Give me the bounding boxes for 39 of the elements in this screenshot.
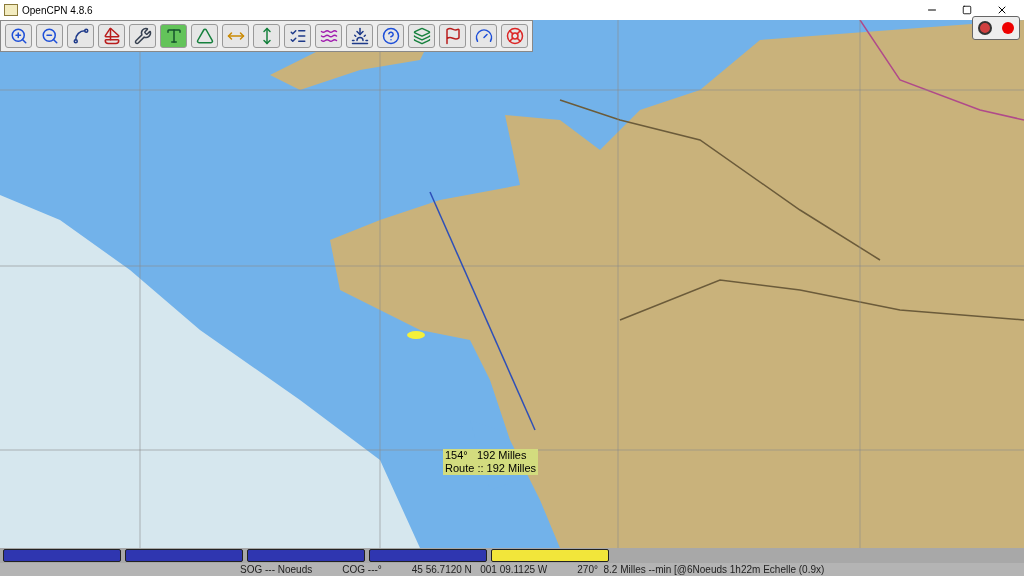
toolbar-button[interactable] xyxy=(315,24,342,48)
boat-icon xyxy=(102,27,121,45)
close-icon[interactable] xyxy=(996,4,1008,16)
toolbar-button[interactable] xyxy=(36,24,63,48)
app-icon xyxy=(4,4,18,16)
tooltip-line: Route :: 192 Milles xyxy=(445,462,537,475)
list-icon xyxy=(288,27,307,45)
status-text: 270° 8.2 Milles --min [@6Noeuds 1h22m Echelle (0.9x) xyxy=(577,563,825,576)
zoom-out-icon xyxy=(40,27,59,45)
toolbar-button[interactable] xyxy=(5,24,32,48)
toolbar-button[interactable] xyxy=(191,24,218,48)
flag-icon xyxy=(443,27,462,45)
route-icon xyxy=(71,27,90,45)
squiggle-icon xyxy=(319,27,338,45)
toolbar-button[interactable] xyxy=(284,24,311,48)
status-text: COG ---° xyxy=(342,563,382,576)
help-icon xyxy=(381,27,400,45)
toolbar-button[interactable] xyxy=(346,24,373,48)
toolbar-button[interactable] xyxy=(98,24,125,48)
window-title: OpenCPN 4.8.6 xyxy=(22,3,93,18)
toolbar-button[interactable] xyxy=(439,24,466,48)
status-text: SOG --- Noeuds xyxy=(240,563,313,576)
zoom-in-icon xyxy=(9,27,28,45)
toolbar-button[interactable] xyxy=(377,24,404,48)
triangle-icon xyxy=(195,27,214,45)
tooltip-line: 154° 192 Milles xyxy=(445,449,528,462)
toolbar-button[interactable] xyxy=(470,24,497,48)
text-icon xyxy=(164,27,183,45)
status-text: 45 56.7120 N 001 09.1125 W xyxy=(411,563,548,576)
toolbar-button[interactable] xyxy=(501,24,528,48)
toolbar-button[interactable] xyxy=(129,24,156,48)
layers-icon xyxy=(412,27,431,45)
toolbar-button[interactable] xyxy=(67,24,94,48)
maximize-icon[interactable] xyxy=(962,5,972,15)
toolbar-button[interactable] xyxy=(408,24,435,48)
gauge-icon xyxy=(474,27,493,45)
lifebuoy-icon xyxy=(505,27,524,45)
wrench-icon xyxy=(133,27,152,45)
chart-selector[interactable] xyxy=(491,549,609,562)
